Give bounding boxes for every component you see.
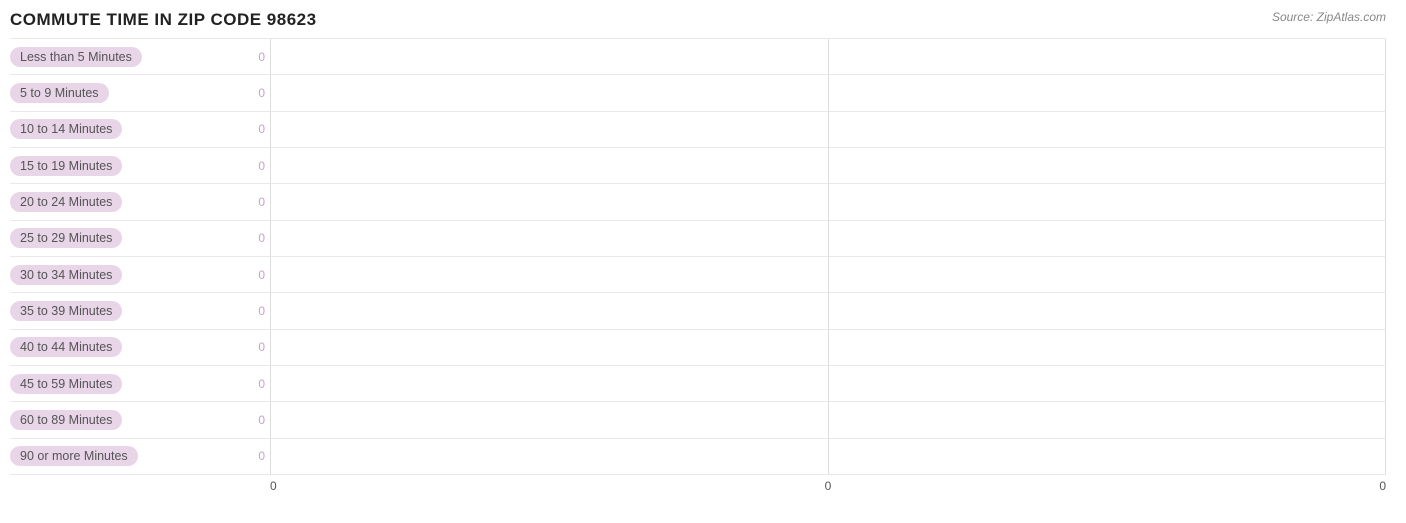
bar-row: 30 to 34 Minutes 0 <box>10 256 1386 292</box>
bar-track <box>270 112 1386 147</box>
bar-label-pill: 40 to 44 Minutes <box>10 337 122 357</box>
bar-label-pill: 5 to 9 Minutes <box>10 83 109 103</box>
bar-label-container: 45 to 59 Minutes 0 <box>10 374 270 394</box>
bar-value: 0 <box>253 159 265 173</box>
x-axis-label: 0 <box>1379 479 1386 493</box>
bar-track <box>270 402 1386 437</box>
bar-value: 0 <box>253 449 265 463</box>
bar-label-container: 30 to 34 Minutes 0 <box>10 265 270 285</box>
chart-source: Source: ZipAtlas.com <box>1272 10 1386 24</box>
bar-label-container: 10 to 14 Minutes 0 <box>10 119 270 139</box>
bar-label-pill: 90 or more Minutes <box>10 446 138 466</box>
bar-row: Less than 5 Minutes 0 <box>10 38 1386 74</box>
bar-value: 0 <box>253 268 265 282</box>
chart-container: COMMUTE TIME IN ZIP CODE 98623 Source: Z… <box>0 0 1406 523</box>
bar-label-container: 60 to 89 Minutes 0 <box>10 410 270 430</box>
bar-row: 45 to 59 Minutes 0 <box>10 365 1386 401</box>
bar-value: 0 <box>253 304 265 318</box>
bar-track <box>270 439 1386 474</box>
x-axis-label: 0 <box>825 479 832 493</box>
bar-label-pill: 20 to 24 Minutes <box>10 192 122 212</box>
bar-label-pill: 45 to 59 Minutes <box>10 374 122 394</box>
bar-value: 0 <box>253 231 265 245</box>
bar-value: 0 <box>253 86 265 100</box>
bar-row: 25 to 29 Minutes 0 <box>10 220 1386 256</box>
bar-value: 0 <box>253 377 265 391</box>
bar-track <box>270 221 1386 256</box>
chart-body: Less than 5 Minutes05 to 9 Minutes010 to… <box>10 38 1386 493</box>
bar-label-pill: 30 to 34 Minutes <box>10 265 122 285</box>
bar-row: 15 to 19 Minutes 0 <box>10 147 1386 183</box>
bar-label-container: 20 to 24 Minutes 0 <box>10 192 270 212</box>
bar-label-container: 25 to 29 Minutes 0 <box>10 228 270 248</box>
bar-row: 5 to 9 Minutes 0 <box>10 74 1386 110</box>
bar-label-container: Less than 5 Minutes 0 <box>10 47 270 67</box>
bar-value: 0 <box>253 122 265 136</box>
bar-track <box>270 184 1386 219</box>
bar-row: 10 to 14 Minutes 0 <box>10 111 1386 147</box>
bar-label-pill: 10 to 14 Minutes <box>10 119 122 139</box>
bar-value: 0 <box>253 340 265 354</box>
x-axis: 0 0 0 <box>270 475 1386 493</box>
bar-label-pill: 15 to 19 Minutes <box>10 156 122 176</box>
bar-track <box>270 148 1386 183</box>
bar-track <box>270 330 1386 365</box>
bar-value: 0 <box>253 50 265 64</box>
bars-area: Less than 5 Minutes05 to 9 Minutes010 to… <box>10 38 1386 475</box>
bar-label-pill: 60 to 89 Minutes <box>10 410 122 430</box>
bar-track <box>270 75 1386 110</box>
bar-track <box>270 366 1386 401</box>
bar-value: 0 <box>253 413 265 427</box>
bar-label-pill: 35 to 39 Minutes <box>10 301 122 321</box>
bar-row: 40 to 44 Minutes 0 <box>10 329 1386 365</box>
bar-label-container: 90 or more Minutes 0 <box>10 446 270 466</box>
x-axis-label: 0 <box>270 479 277 493</box>
bar-label-container: 15 to 19 Minutes 0 <box>10 156 270 176</box>
chart-title: COMMUTE TIME IN ZIP CODE 98623 <box>10 10 317 30</box>
bar-row: 90 or more Minutes 0 <box>10 438 1386 475</box>
bar-row: 20 to 24 Minutes 0 <box>10 183 1386 219</box>
bar-track <box>270 293 1386 328</box>
bar-value: 0 <box>253 195 265 209</box>
bar-label-container: 40 to 44 Minutes 0 <box>10 337 270 357</box>
bar-track <box>270 39 1386 74</box>
bar-row: 60 to 89 Minutes 0 <box>10 401 1386 437</box>
bar-label-container: 35 to 39 Minutes 0 <box>10 301 270 321</box>
bar-label-pill: 25 to 29 Minutes <box>10 228 122 248</box>
bar-row: 35 to 39 Minutes 0 <box>10 292 1386 328</box>
bar-track <box>270 257 1386 292</box>
bar-label-pill: Less than 5 Minutes <box>10 47 142 67</box>
bar-label-container: 5 to 9 Minutes 0 <box>10 83 270 103</box>
chart-header: COMMUTE TIME IN ZIP CODE 98623 Source: Z… <box>10 10 1386 30</box>
